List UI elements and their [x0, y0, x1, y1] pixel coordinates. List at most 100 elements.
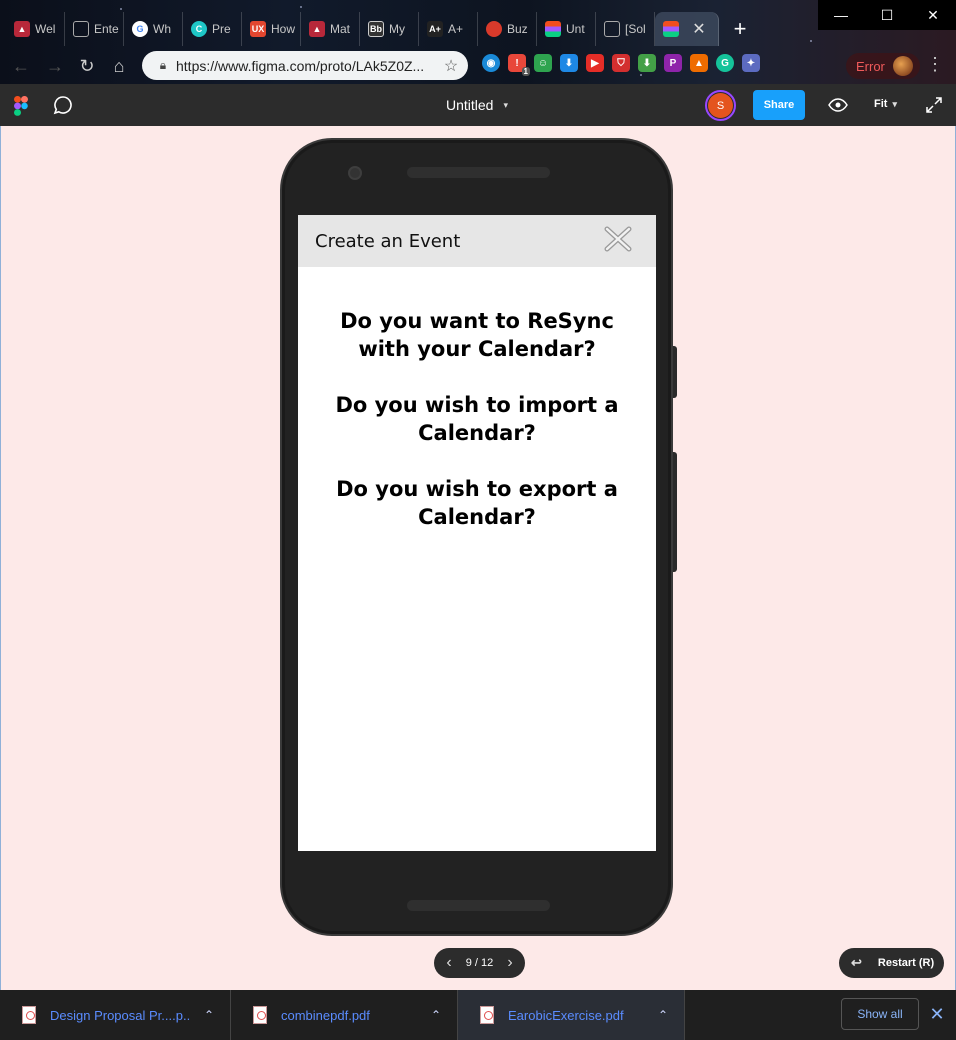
browser-tab[interactable]: Ente: [65, 12, 124, 46]
browser-tab[interactable]: C Pre: [183, 12, 242, 46]
warning-app-icon: ▲: [14, 21, 30, 37]
download-bar: Design Proposal Pr....p... ⌃ combinepdf.…: [0, 990, 956, 1040]
phone-camera: [348, 166, 362, 180]
close-download-bar-icon[interactable]: ✕: [928, 1004, 946, 1025]
url-text[interactable]: https://www.figma.com/proto/LAk5Z0Z...: [176, 58, 438, 74]
pdf-file-icon: [22, 1006, 36, 1024]
tab-label: Unt: [566, 22, 585, 36]
maximize-icon[interactable]: ☐: [864, 0, 910, 30]
extension-grammarly-icon[interactable]: G: [716, 54, 734, 72]
blackboard-icon: Bb: [368, 21, 384, 37]
prototype-canvas: Create an Event Do you want to ReSync wi…: [0, 126, 956, 990]
export-calendar-option[interactable]: Do you wish to export a Calendar?: [322, 475, 632, 531]
show-all-button[interactable]: Show all: [841, 998, 919, 1030]
pdf-file-icon: [480, 1006, 494, 1024]
tab-strip: ▲ Wel Ente G Wh C Pre UX How ▲ Mat Bb My…: [6, 12, 757, 46]
navigation-bar: ← → ↻ ⌂ 🔒︎ https://www.figma.com/proto/L…: [0, 48, 956, 84]
background-star: [810, 40, 812, 42]
browser-tab[interactable]: ▲ Mat: [301, 12, 360, 46]
tab-label: Wel: [35, 22, 56, 36]
extension-robot-icon[interactable]: ☺: [534, 54, 552, 72]
close-tab-icon[interactable]: ✕: [684, 12, 714, 46]
tab-label: Buz: [507, 22, 528, 36]
extension-shield-icon[interactable]: ⛉: [612, 54, 630, 72]
download-filename: Design Proposal Pr....p...: [50, 1007, 190, 1023]
previous-frame-icon[interactable]: ‹: [442, 954, 456, 972]
home-icon[interactable]: ⌂: [106, 53, 132, 79]
google-icon: G: [132, 21, 148, 37]
back-arrow-icon[interactable]: ←: [8, 53, 34, 79]
browser-tab[interactable]: G Wh: [124, 12, 183, 46]
zoom-fit-dropdown[interactable]: Fit ▾: [874, 98, 897, 110]
close-window-icon[interactable]: ✕: [910, 0, 956, 30]
browser-tab[interactable]: ▲ Wel: [6, 12, 65, 46]
document-icon: [73, 21, 89, 37]
more-menu-icon[interactable]: ⋮: [926, 54, 944, 75]
eye-icon[interactable]: [828, 96, 848, 114]
download-filename: EarobicExercise.pdf: [508, 1007, 624, 1023]
new-tab-button[interactable]: +: [723, 12, 757, 46]
frame-pager: ‹ 9 / 12 ›: [434, 948, 525, 978]
resync-calendar-option[interactable]: Do you want to ReSync with your Calendar…: [322, 307, 632, 363]
fullscreen-icon[interactable]: [925, 96, 943, 114]
extension-grammar-icon[interactable]: ! 1: [508, 54, 530, 76]
extension-download-icon[interactable]: ⬇: [560, 54, 578, 72]
phone-speaker-top: [407, 167, 550, 178]
chevron-up-icon[interactable]: ⌃: [431, 1008, 441, 1022]
tomato-icon: [486, 21, 502, 37]
forward-arrow-icon[interactable]: →: [42, 53, 68, 79]
pdf-file-icon: [253, 1006, 267, 1024]
download-item[interactable]: combinepdf.pdf ⌃: [231, 990, 458, 1040]
comment-icon[interactable]: [53, 95, 73, 115]
pager-count: 9 / 12: [465, 957, 494, 969]
extension-circle-icon[interactable]: ◉: [482, 54, 500, 72]
browser-tab[interactable]: UX How: [242, 12, 301, 46]
tab-label: [Sol: [625, 22, 646, 36]
tab-label: Pre: [212, 22, 231, 36]
user-avatar[interactable]: S: [705, 90, 736, 121]
browser-chrome: ▲ Wel Ente G Wh C Pre UX How ▲ Mat Bb My…: [0, 0, 956, 84]
download-item[interactable]: Design Proposal Pr....p... ⌃: [0, 990, 231, 1040]
tab-label: My: [389, 22, 405, 36]
file-title: Untitled: [446, 97, 494, 113]
tab-label: Ente: [94, 22, 119, 36]
background-star: [120, 8, 122, 10]
extension-badge: 1: [521, 67, 530, 76]
close-icon[interactable]: [604, 226, 632, 252]
chevron-up-icon[interactable]: ⌃: [658, 1008, 668, 1022]
browser-tab[interactable]: Bb My: [360, 12, 419, 46]
browser-tab[interactable]: Unt: [537, 12, 596, 46]
extension-p-icon[interactable]: P: [664, 54, 682, 72]
browser-tab[interactable]: Buz: [478, 12, 537, 46]
download-item[interactable]: EarobicExercise.pdf ⌃: [458, 990, 685, 1040]
avatar-initial: S: [708, 93, 733, 118]
minimize-icon[interactable]: —: [818, 0, 864, 30]
chevron-down-icon: ▾: [503, 99, 508, 110]
reload-icon[interactable]: ↻: [74, 53, 100, 79]
browser-tab[interactable]: [Sol: [596, 12, 655, 46]
document-icon: [604, 21, 620, 37]
download-filename: combinepdf.pdf: [281, 1007, 370, 1023]
figma-logo-icon[interactable]: [14, 96, 28, 116]
extension-youtube-icon[interactable]: ▶: [586, 54, 604, 72]
bookmark-star-icon[interactable]: ☆: [438, 56, 464, 76]
browser-tab-active[interactable]: ✕: [655, 12, 719, 46]
browser-tab[interactable]: A+ A+: [419, 12, 478, 46]
next-frame-icon[interactable]: ›: [503, 954, 517, 972]
file-title-dropdown[interactable]: Untitled ▾: [446, 97, 508, 113]
extension-puzzle-icon[interactable]: ✦: [742, 54, 760, 72]
fit-label: Fit: [874, 98, 888, 110]
extension-fox-icon[interactable]: ▲: [690, 54, 708, 72]
profile-error-button[interactable]: Error: [846, 53, 920, 79]
extension-save-icon[interactable]: ⬇: [638, 54, 656, 72]
restart-button[interactable]: ↩ Restart (R): [839, 948, 944, 978]
import-calendar-option[interactable]: Do you wish to import a Calendar?: [322, 391, 632, 447]
phone-frame: Create an Event Do you want to ReSync wi…: [280, 138, 673, 936]
ux-icon: UX: [250, 21, 266, 37]
chevron-up-icon[interactable]: ⌃: [204, 1008, 214, 1022]
address-bar[interactable]: 🔒︎ https://www.figma.com/proto/LAk5Z0Z..…: [142, 51, 468, 80]
share-button[interactable]: Share: [753, 90, 805, 120]
tab-label: Mat: [330, 22, 351, 36]
warning-app-icon: ▲: [309, 21, 325, 37]
figma-toolbar: Untitled ▾ S Share Fit ▾: [0, 84, 956, 126]
